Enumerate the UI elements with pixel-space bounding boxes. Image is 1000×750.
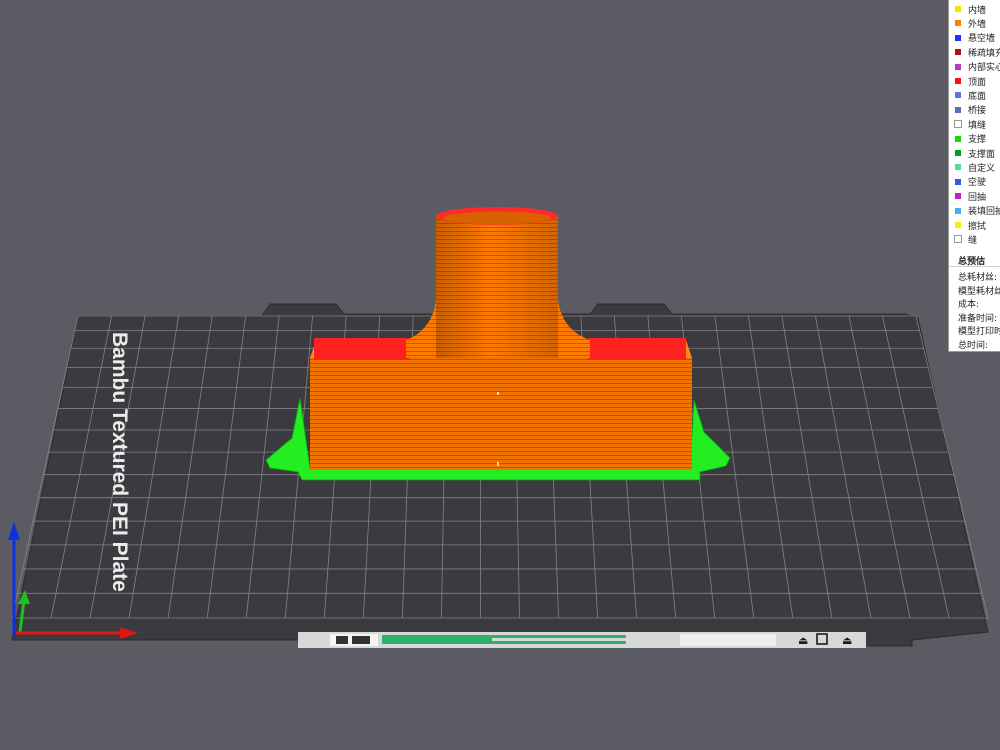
legend-item[interactable]: 自定义: [955, 161, 996, 174]
legend-item[interactable]: 桥接: [955, 104, 986, 116]
legend-item-label: 擦拭: [968, 221, 987, 232]
legend-item[interactable]: 顶面: [955, 75, 987, 88]
legend-color-swatch: [955, 6, 961, 12]
printed-model[interactable]: [310, 207, 692, 470]
legend-item[interactable]: 稀疏填充: [955, 46, 1000, 59]
legend-color-swatch: [955, 106, 961, 113]
legend-color-swatch: [955, 20, 961, 27]
summary-row: 总时间:: [958, 341, 989, 351]
legend-color-swatch: [954, 120, 962, 129]
legend-item-label: 缝: [968, 235, 978, 246]
legend-item-label: 外墙: [968, 19, 987, 30]
legend-panel: 内墙外墙悬空墙稀疏填充内部实心顶面底面桥接填缝支撑支撑面自定义空驶回抽装填回抽擦…: [948, 0, 1000, 352]
legend-item[interactable]: 缝: [954, 233, 978, 246]
legend-item-label: 支撑面: [968, 149, 996, 160]
legend-item[interactable]: 擦拭: [955, 219, 987, 232]
legend-item-label: 顶面: [968, 77, 987, 88]
legend-item-label: 支撑: [968, 135, 987, 146]
legend-item[interactable]: 内墙: [955, 3, 987, 16]
legend-color-swatch: [955, 178, 961, 185]
legend-item-label: 桥接: [968, 106, 987, 117]
legend-item-label: 空驶: [968, 178, 987, 189]
summary-row: 总耗材丝:: [958, 273, 998, 283]
legend-item[interactable]: 支撑面: [955, 147, 996, 160]
legend-item-label: 底面: [968, 91, 987, 102]
legend-item[interactable]: 空驶: [955, 176, 986, 188]
legend-item[interactable]: 外墙: [955, 17, 987, 30]
legend-item[interactable]: 底面: [955, 89, 987, 102]
summary-row: 准备时间:: [958, 313, 998, 324]
legend-item-label: 自定义: [968, 163, 996, 174]
legend-item[interactable]: 装填回抽: [955, 205, 1000, 217]
legend-item[interactable]: 内部实心: [955, 61, 1000, 73]
plate-label: Bambu Textured PEI Plate: [108, 332, 131, 592]
bed-home-icon[interactable]: ⏏: [798, 634, 808, 647]
summary-title: 总预估: [958, 257, 986, 267]
legend-color-swatch: [955, 193, 961, 200]
legend-item-label: 稀疏填充: [968, 48, 1000, 59]
legend-color-swatch: [955, 49, 961, 56]
legend-color-swatch: [955, 222, 961, 228]
legend-color-swatch: [955, 150, 961, 156]
legend-color-swatch: [955, 135, 961, 142]
summary-row: 模型耗材丝:: [958, 286, 1000, 297]
legend-item[interactable]: 回抽: [955, 190, 987, 203]
legend-color-swatch: [955, 63, 961, 70]
legend-item-label: 悬空墙: [968, 34, 996, 45]
top-surface-left: [314, 338, 410, 360]
3d-viewport[interactable]: Bambu Textured PEI Plate ⏏ ⏏: [0, 0, 1000, 750]
legend-item-label: 装填回抽: [968, 207, 1000, 218]
legend-item-label: 内部实心: [968, 63, 1000, 74]
legend-color-swatch: [955, 164, 961, 171]
legend-item[interactable]: 悬空墙: [955, 32, 995, 44]
summary-row: 成本:: [958, 300, 980, 311]
legend-color-swatch: [954, 235, 962, 244]
plate-info-strip: ⏏ ⏏: [298, 632, 866, 648]
legend-item[interactable]: 填缝: [954, 118, 987, 131]
legend-color-swatch: [955, 78, 961, 84]
legend-item-label: 填缝: [968, 120, 987, 131]
legend-item-label: 内墙: [968, 5, 987, 16]
legend-item-label: 回抽: [968, 192, 987, 203]
top-surface-right: [588, 338, 686, 360]
summary-row: 模型打印时间:: [958, 327, 1000, 338]
legend-color-swatch: [955, 34, 961, 41]
bed-eject-icon[interactable]: ⏏: [842, 634, 852, 647]
legend-color-swatch: [955, 207, 961, 214]
legend-item[interactable]: 支撑: [955, 133, 986, 145]
legend-color-swatch: [955, 92, 961, 99]
